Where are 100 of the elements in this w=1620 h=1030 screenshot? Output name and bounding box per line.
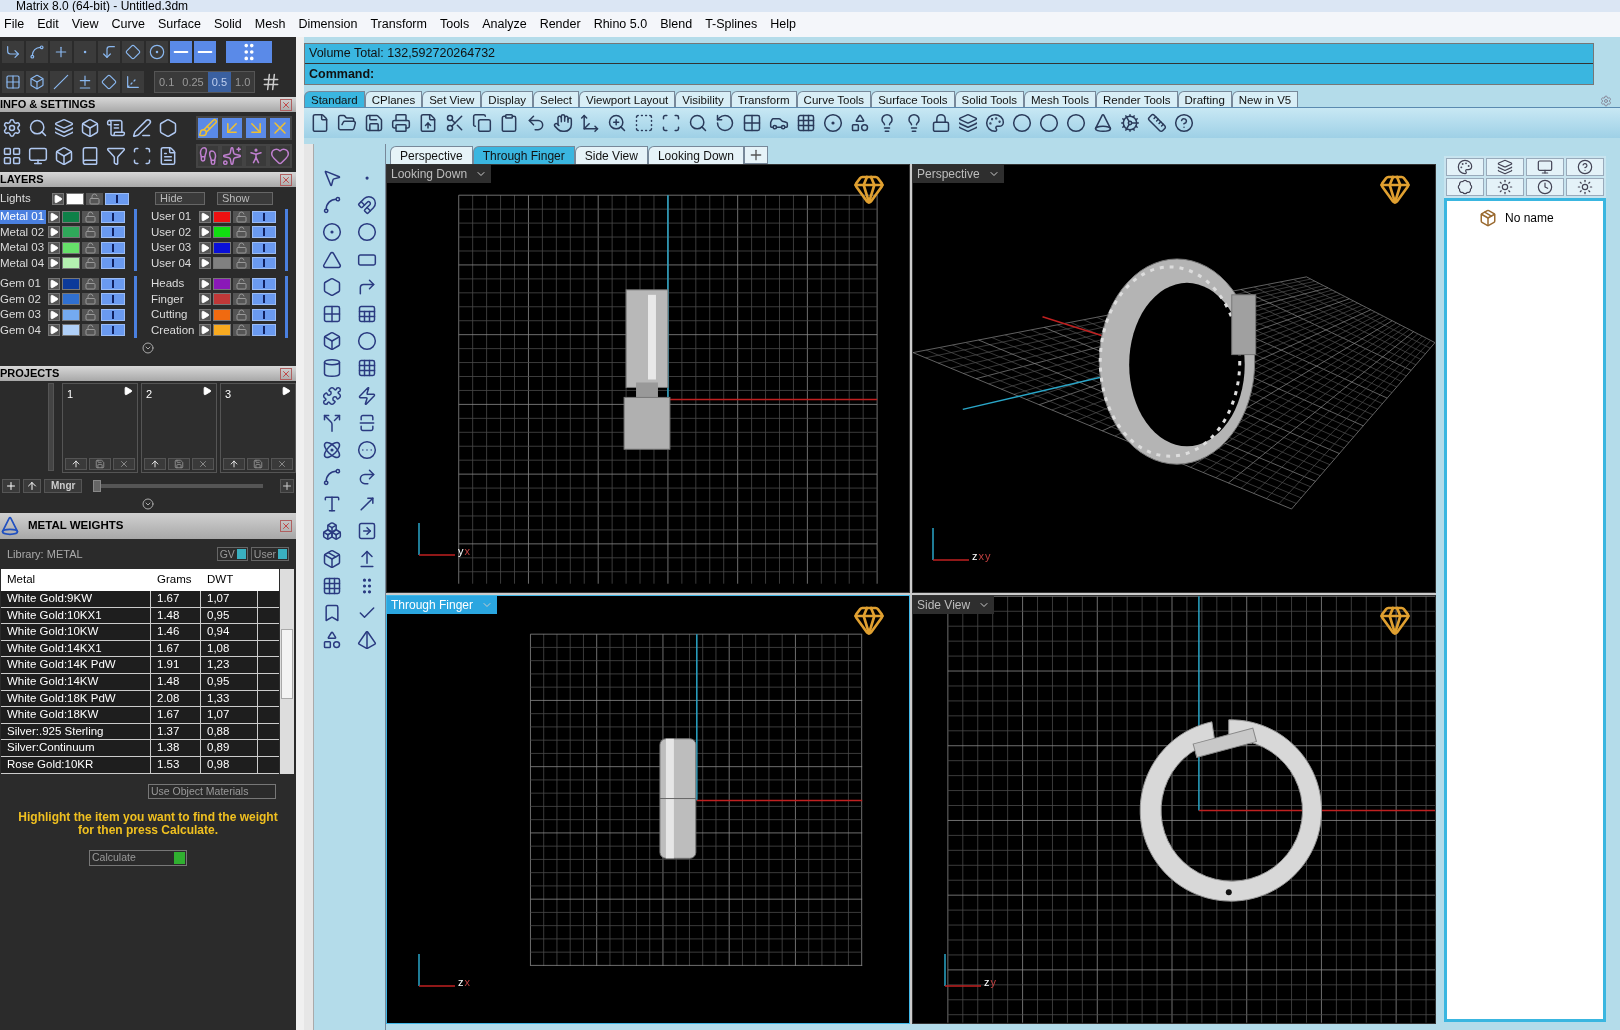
snap-toggle-icon[interactable]: [194, 41, 216, 63]
cone-icon[interactable]: [1093, 113, 1113, 133]
snap-toggle-icon[interactable]: [170, 41, 192, 63]
table-cell[interactable]: White Gold:18KW: [1, 707, 151, 723]
help-icon[interactable]: [1174, 113, 1194, 133]
zoom-window-icon[interactable]: [634, 113, 654, 133]
viewport[interactable]: Through Finger zx: [386, 595, 910, 1024]
toolbar-tab[interactable]: Render Tools: [1095, 91, 1178, 107]
table-cell[interactable]: 2.08: [151, 690, 201, 707]
grid-icon[interactable]: [742, 113, 762, 133]
lock-icon[interactable]: [233, 277, 250, 290]
delete-icon[interactable]: [192, 458, 214, 470]
visibility-toggle[interactable]: [101, 308, 125, 321]
collapse-icon[interactable]: [142, 498, 154, 510]
layer-name[interactable]: Gem 01: [0, 277, 46, 291]
table-cell[interactable]: Silver:Continuum: [1, 740, 151, 756]
visibility-toggle[interactable]: [252, 241, 276, 254]
table-cell[interactable]: White Gold:10KW: [1, 624, 151, 640]
layer-name[interactable]: User 01: [151, 210, 197, 224]
file-export-icon[interactable]: [418, 113, 438, 133]
monitor-icon[interactable]: [28, 146, 48, 166]
expand-icon[interactable]: [48, 257, 60, 270]
viewport-tab[interactable]: Side View: [574, 146, 648, 164]
expand-icon[interactable]: [199, 293, 211, 306]
burst-icon[interactable]: [357, 385, 378, 406]
corner-icon[interactable]: [101, 44, 117, 60]
badge-icon[interactable]: [1446, 178, 1484, 196]
expand-icon[interactable]: [52, 192, 64, 205]
table-cell[interactable]: 0,94: [201, 624, 258, 640]
layer-color[interactable]: [62, 324, 80, 337]
scrollbar[interactable]: [48, 383, 54, 471]
menu-item[interactable]: Curve: [111, 15, 145, 34]
table-cell[interactable]: 1,23: [201, 657, 258, 673]
menu-item[interactable]: Mesh: [254, 15, 286, 34]
layer-color[interactable]: [62, 293, 80, 306]
cube-icon[interactable]: [54, 146, 74, 166]
sun-icon[interactable]: [1486, 178, 1524, 196]
search-icon[interactable]: [688, 113, 708, 133]
object-name[interactable]: No name: [1505, 209, 1554, 227]
visibility-toggle[interactable]: [252, 293, 276, 306]
slider-thumb[interactable]: [93, 480, 102, 492]
layer-name[interactable]: Metal 03: [0, 241, 46, 255]
puzzle-icon[interactable]: [321, 385, 342, 406]
visibility-toggle[interactable]: [252, 226, 276, 239]
expand-icon[interactable]: [48, 308, 60, 321]
hand-icon[interactable]: [553, 113, 573, 133]
table-cell[interactable]: 1.53: [151, 756, 201, 773]
filter-icon[interactable]: [106, 146, 126, 166]
table-cell[interactable]: 0,95: [201, 607, 258, 624]
diamond-icon[interactable]: [125, 44, 141, 60]
rotate-icon[interactable]: [715, 113, 735, 133]
cube-icon[interactable]: [80, 118, 100, 138]
collapse-icon[interactable]: [142, 342, 154, 354]
table-cell[interactable]: 1,07: [201, 707, 258, 723]
menu-item[interactable]: Dimension: [298, 15, 358, 34]
project-slot[interactable]: 1: [62, 383, 138, 473]
layer-name[interactable]: User 02: [151, 225, 197, 239]
layer-color[interactable]: [213, 324, 231, 337]
expand-icon[interactable]: [48, 210, 60, 223]
layer-name[interactable]: User 03: [151, 241, 197, 255]
toggle-button[interactable]: GV: [216, 547, 248, 561]
layer-name[interactable]: Lights: [0, 189, 50, 208]
cylinder-icon[interactable]: [321, 358, 342, 379]
expand-icon[interactable]: [199, 277, 211, 290]
grid-icon[interactable]: [321, 575, 342, 596]
ring-icon[interactable]: [1379, 604, 1411, 636]
arc-icon[interactable]: [321, 467, 342, 488]
save-icon[interactable]: [364, 113, 384, 133]
load-icon[interactable]: [144, 458, 166, 470]
clipboard-icon[interactable]: [499, 113, 519, 133]
ring-icon[interactable]: [1379, 173, 1411, 205]
toolbar-tab[interactable]: Transform: [730, 91, 797, 107]
expand-icon[interactable]: [199, 308, 211, 321]
table-cell[interactable]: 1.48: [151, 607, 201, 624]
layer-color[interactable]: [62, 257, 80, 270]
delete-icon[interactable]: [271, 458, 293, 470]
visibility-toggle[interactable]: [252, 277, 276, 290]
grid-icon[interactable]: [5, 74, 21, 90]
menu-item[interactable]: File: [4, 15, 25, 34]
line-icon[interactable]: [53, 74, 69, 90]
split-icon[interactable]: [321, 412, 342, 433]
pen-icon[interactable]: [132, 118, 152, 138]
menu-item[interactable]: Blend: [660, 15, 693, 34]
lock-icon[interactable]: [233, 226, 250, 239]
toolbar-tab[interactable]: Standard: [304, 91, 365, 107]
expand-icon[interactable]: [48, 293, 60, 306]
menu-item[interactable]: Render: [539, 15, 581, 34]
expand-icon[interactable]: [199, 241, 211, 254]
scissors-icon[interactable]: [445, 113, 465, 133]
plane-grid-icon[interactable]: [796, 113, 816, 133]
layers-icon[interactable]: [958, 113, 978, 133]
menu-item[interactable]: Edit: [37, 15, 59, 34]
visibility-toggle[interactable]: [252, 210, 276, 223]
lock-icon[interactable]: [82, 226, 99, 239]
menu-item[interactable]: Transform: [370, 15, 427, 34]
lock-icon[interactable]: [82, 293, 99, 306]
visibility-toggle[interactable]: [101, 241, 125, 254]
undo-icon[interactable]: [526, 113, 546, 133]
lock-icon[interactable]: [82, 324, 99, 337]
visibility-toggle[interactable]: [101, 293, 125, 306]
